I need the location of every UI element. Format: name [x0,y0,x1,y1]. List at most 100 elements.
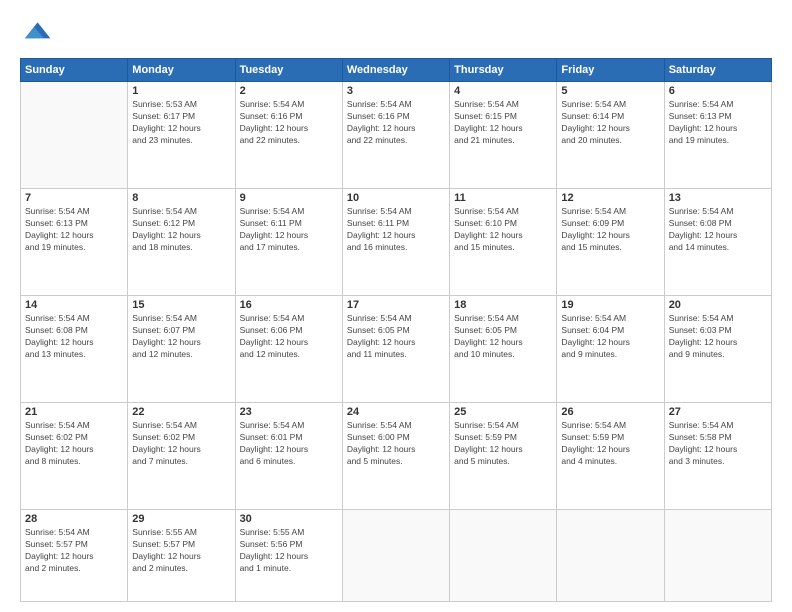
day-info: Sunrise: 5:54 AM Sunset: 6:06 PM Dayligh… [240,313,338,361]
day-number: 15 [132,299,230,311]
day-number: 20 [669,299,767,311]
day-info: Sunrise: 5:54 AM Sunset: 6:04 PM Dayligh… [561,313,659,361]
day-number: 6 [669,85,767,97]
day-info: Sunrise: 5:54 AM Sunset: 6:03 PM Dayligh… [669,313,767,361]
day-number: 21 [25,406,123,418]
day-cell: 14 Sunrise: 5:54 AM Sunset: 6:08 PM Dayli… [21,296,128,403]
day-cell: 11 Sunrise: 5:54 AM Sunset: 6:10 PM Dayli… [450,189,557,296]
day-info: Sunrise: 5:54 AM Sunset: 6:01 PM Dayligh… [240,420,338,468]
day-cell: 23 Sunrise: 5:54 AM Sunset: 6:01 PM Dayli… [235,403,342,510]
week-row-2: 7 Sunrise: 5:54 AM Sunset: 6:13 PM Daylig… [21,189,772,296]
day-info: Sunrise: 5:54 AM Sunset: 6:10 PM Dayligh… [454,206,552,254]
day-info: Sunrise: 5:53 AM Sunset: 6:17 PM Dayligh… [132,99,230,147]
day-number: 28 [25,513,123,525]
day-number: 11 [454,192,552,204]
day-cell [450,510,557,602]
day-info: Sunrise: 5:54 AM Sunset: 5:59 PM Dayligh… [561,420,659,468]
day-number: 18 [454,299,552,311]
day-cell: 21 Sunrise: 5:54 AM Sunset: 6:02 PM Dayli… [21,403,128,510]
day-cell: 30 Sunrise: 5:55 AM Sunset: 5:56 PM Dayli… [235,510,342,602]
calendar-table: SundayMondayTuesdayWednesdayThursdayFrid… [20,58,772,602]
day-info: Sunrise: 5:54 AM Sunset: 6:16 PM Dayligh… [240,99,338,147]
day-number: 2 [240,85,338,97]
weekday-header-thursday: Thursday [450,59,557,82]
day-info: Sunrise: 5:54 AM Sunset: 6:00 PM Dayligh… [347,420,445,468]
day-info: Sunrise: 5:54 AM Sunset: 6:16 PM Dayligh… [347,99,445,147]
weekday-header-tuesday: Tuesday [235,59,342,82]
day-cell: 4Sunrise: 5:54 AM Sunset: 6:15 PM Daylig… [450,82,557,189]
day-info: Sunrise: 5:55 AM Sunset: 5:57 PM Dayligh… [132,527,230,575]
day-info: Sunrise: 5:54 AM Sunset: 6:05 PM Dayligh… [454,313,552,361]
day-info: Sunrise: 5:54 AM Sunset: 6:08 PM Dayligh… [25,313,123,361]
week-row-3: 14 Sunrise: 5:54 AM Sunset: 6:08 PM Dayli… [21,296,772,403]
day-info: Sunrise: 5:54 AM Sunset: 5:59 PM Dayligh… [454,420,552,468]
day-info: Sunrise: 5:54 AM Sunset: 6:02 PM Dayligh… [25,420,123,468]
day-number: 9 [240,192,338,204]
day-cell: 27Sunrise: 5:54 AM Sunset: 5:58 PM Dayli… [664,403,771,510]
weekday-header-sunday: Sunday [21,59,128,82]
day-info: Sunrise: 5:54 AM Sunset: 6:02 PM Dayligh… [132,420,230,468]
day-info: Sunrise: 5:54 AM Sunset: 6:13 PM Dayligh… [25,206,123,254]
day-number: 26 [561,406,659,418]
day-cell: 29 Sunrise: 5:55 AM Sunset: 5:57 PM Dayli… [128,510,235,602]
day-info: Sunrise: 5:54 AM Sunset: 6:07 PM Dayligh… [132,313,230,361]
day-number: 16 [240,299,338,311]
day-cell: 16 Sunrise: 5:54 AM Sunset: 6:06 PM Dayli… [235,296,342,403]
day-number: 1 [132,85,230,97]
day-cell: 1 Sunrise: 5:53 AM Sunset: 6:17 PM Daylig… [128,82,235,189]
day-cell: 10Sunrise: 5:54 AM Sunset: 6:11 PM Dayli… [342,189,449,296]
day-info: Sunrise: 5:54 AM Sunset: 6:14 PM Dayligh… [561,99,659,147]
page: SundayMondayTuesdayWednesdayThursdayFrid… [0,0,792,612]
day-number: 8 [132,192,230,204]
weekday-header-monday: Monday [128,59,235,82]
day-number: 19 [561,299,659,311]
header [20,16,772,48]
day-number: 25 [454,406,552,418]
day-cell: 12Sunrise: 5:54 AM Sunset: 6:09 PM Dayli… [557,189,664,296]
day-number: 3 [347,85,445,97]
day-cell: 24 Sunrise: 5:54 AM Sunset: 6:00 PM Dayli… [342,403,449,510]
day-number: 14 [25,299,123,311]
day-number: 17 [347,299,445,311]
day-info: Sunrise: 5:55 AM Sunset: 5:56 PM Dayligh… [240,527,338,575]
day-number: 29 [132,513,230,525]
day-info: Sunrise: 5:54 AM Sunset: 6:08 PM Dayligh… [669,206,767,254]
week-row-4: 21 Sunrise: 5:54 AM Sunset: 6:02 PM Dayli… [21,403,772,510]
day-number: 23 [240,406,338,418]
day-cell: 18 Sunrise: 5:54 AM Sunset: 6:05 PM Dayli… [450,296,557,403]
day-cell [342,510,449,602]
weekday-header-wednesday: Wednesday [342,59,449,82]
day-info: Sunrise: 5:54 AM Sunset: 5:58 PM Dayligh… [669,420,767,468]
day-number: 7 [25,192,123,204]
week-row-5: 28 Sunrise: 5:54 AM Sunset: 5:57 PM Dayli… [21,510,772,602]
day-number: 12 [561,192,659,204]
day-number: 24 [347,406,445,418]
day-cell: 6Sunrise: 5:54 AM Sunset: 6:13 PM Daylig… [664,82,771,189]
weekday-header-friday: Friday [557,59,664,82]
day-cell: 19 Sunrise: 5:54 AM Sunset: 6:04 PM Dayli… [557,296,664,403]
day-number: 22 [132,406,230,418]
weekday-header-row: SundayMondayTuesdayWednesdayThursdayFrid… [21,59,772,82]
day-cell: 2 Sunrise: 5:54 AM Sunset: 6:16 PM Daylig… [235,82,342,189]
day-info: Sunrise: 5:54 AM Sunset: 5:57 PM Dayligh… [25,527,123,575]
day-number: 30 [240,513,338,525]
day-number: 5 [561,85,659,97]
day-number: 13 [669,192,767,204]
day-cell [664,510,771,602]
day-info: Sunrise: 5:54 AM Sunset: 6:12 PM Dayligh… [132,206,230,254]
day-cell: 7 Sunrise: 5:54 AM Sunset: 6:13 PM Daylig… [21,189,128,296]
day-cell: 13 Sunrise: 5:54 AM Sunset: 6:08 PM Dayli… [664,189,771,296]
day-cell: 15 Sunrise: 5:54 AM Sunset: 6:07 PM Dayli… [128,296,235,403]
day-cell: 3 Sunrise: 5:54 AM Sunset: 6:16 PM Daylig… [342,82,449,189]
day-cell [21,82,128,189]
day-cell: 8 Sunrise: 5:54 AM Sunset: 6:12 PM Daylig… [128,189,235,296]
day-cell: 22 Sunrise: 5:54 AM Sunset: 6:02 PM Dayli… [128,403,235,510]
day-number: 10 [347,192,445,204]
day-info: Sunrise: 5:54 AM Sunset: 6:11 PM Dayligh… [240,206,338,254]
day-cell: 9 Sunrise: 5:54 AM Sunset: 6:11 PM Daylig… [235,189,342,296]
day-cell: 28 Sunrise: 5:54 AM Sunset: 5:57 PM Dayli… [21,510,128,602]
week-row-1: 1 Sunrise: 5:53 AM Sunset: 6:17 PM Daylig… [21,82,772,189]
day-cell: 26 Sunrise: 5:54 AM Sunset: 5:59 PM Dayli… [557,403,664,510]
day-cell [557,510,664,602]
day-cell: 20 Sunrise: 5:54 AM Sunset: 6:03 PM Dayli… [664,296,771,403]
